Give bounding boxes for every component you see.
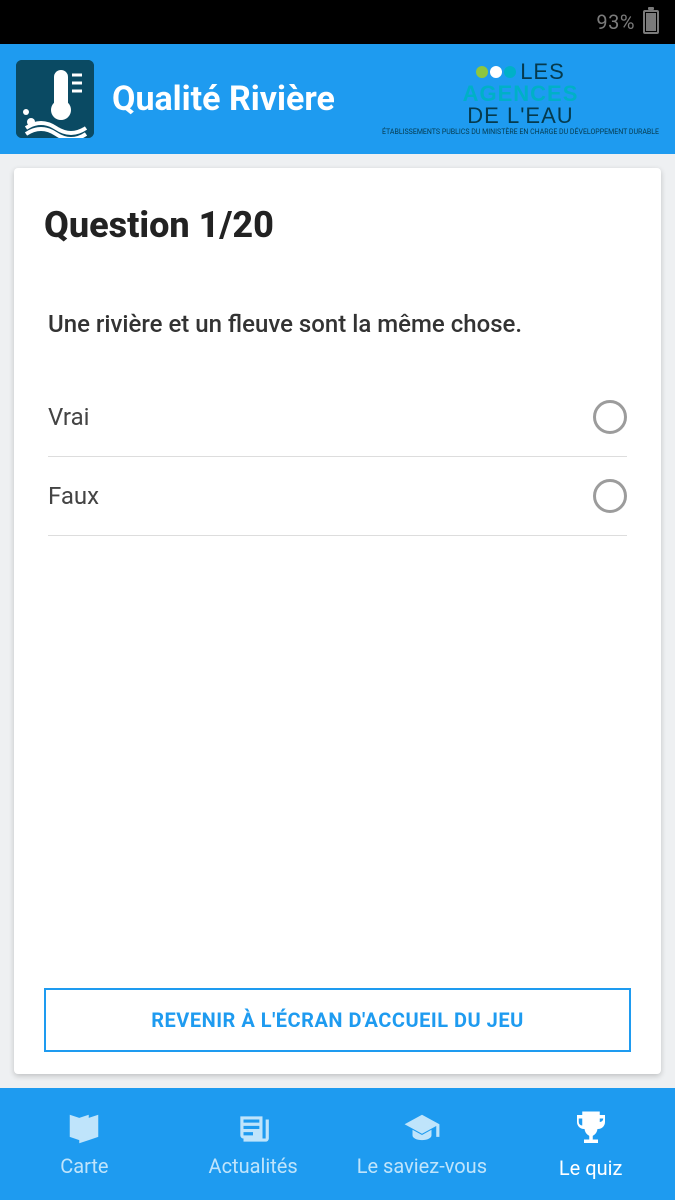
battery-icon — [643, 10, 659, 34]
news-icon — [234, 1110, 272, 1148]
nav-item-actualites[interactable]: Actualités — [169, 1088, 338, 1200]
bottom-nav: Carte Actualités Le saviez-vous Le quiz — [0, 1088, 675, 1200]
brand-logo: LES AGENCES DE L'EAU ÉTABLISSEMENTS PUBL… — [382, 61, 659, 137]
answer-option-vrai[interactable]: Vrai — [48, 378, 627, 457]
radio-icon — [593, 479, 627, 513]
brand-subtext: ÉTABLISSEMENTS PUBLICS DU MINISTÈRE EN C… — [382, 129, 659, 137]
quiz-card: Question 1/20 Une rivière et un fleuve s… — [14, 168, 661, 1074]
brand-dot-icon — [476, 66, 488, 78]
brand-text: DE L'EAU — [467, 105, 573, 127]
return-home-button[interactable]: REVENIR À L'ÉCRAN D'ACCUEIL DU JEU — [44, 988, 631, 1052]
nav-label: Le quiz — [559, 1156, 623, 1180]
nav-item-quiz[interactable]: Le quiz — [506, 1088, 675, 1200]
nav-label: Carte — [60, 1154, 108, 1178]
nav-item-carte[interactable]: Carte — [0, 1088, 169, 1200]
battery-percent: 93% — [596, 10, 635, 34]
brand-text: AGENCES — [463, 83, 579, 105]
answer-option-faux[interactable]: Faux — [48, 457, 627, 536]
radio-icon — [593, 400, 627, 434]
nav-label: Le saviez-vous — [357, 1154, 487, 1178]
main-content: Question 1/20 Une rivière et un fleuve s… — [0, 154, 675, 1088]
brand-dot-icon — [504, 66, 516, 78]
trophy-icon — [570, 1108, 612, 1150]
app-logo-icon — [16, 60, 94, 138]
status-bar: 93% — [0, 0, 675, 44]
answer-label: Vrai — [48, 403, 89, 431]
answer-label: Faux — [48, 482, 99, 510]
nav-label: Actualités — [209, 1154, 298, 1178]
map-icon — [65, 1110, 103, 1148]
nav-item-saviez-vous[interactable]: Le saviez-vous — [338, 1088, 507, 1200]
learn-icon — [403, 1110, 441, 1148]
app-title: Qualité Rivière — [112, 79, 364, 119]
question-text: Une rivière et un fleuve sont la même ch… — [48, 310, 627, 338]
brand-text: LES — [520, 61, 565, 83]
brand-dot-icon — [490, 66, 502, 78]
app-header: Qualité Rivière LES AGENCES DE L'EAU ÉTA… — [0, 44, 675, 154]
question-counter: Question 1/20 — [44, 204, 631, 246]
